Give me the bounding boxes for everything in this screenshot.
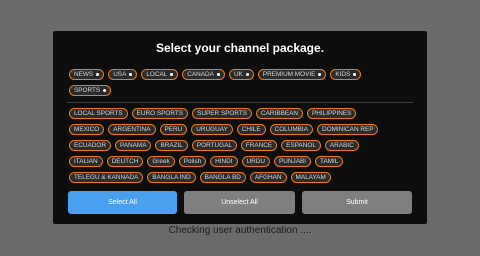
package-chip[interactable]: HINDI: [210, 156, 238, 167]
package-chip-uk[interactable]: UK: [228, 69, 254, 80]
submit-button[interactable]: Submit: [302, 191, 412, 214]
package-chip-kids[interactable]: KIDS: [330, 69, 362, 80]
chip-label: SPORTS: [74, 86, 101, 94]
selected-dot-icon: [129, 73, 133, 76]
selected-dot-icon: [96, 73, 100, 76]
package-chip[interactable]: BRAZIL: [155, 140, 188, 151]
package-chip[interactable]: SUPER SPORTS: [192, 108, 253, 119]
secondary-package-row: ITALIAN DEUTCH Greek Polish HINDI URDU P…: [69, 156, 347, 167]
selected-dot-icon: [170, 73, 174, 76]
package-chip[interactable]: PHILIPPINES: [306, 108, 357, 119]
package-chip[interactable]: URUGUAY: [191, 124, 233, 135]
package-chip[interactable]: BANGLA IND: [147, 172, 196, 183]
package-chip[interactable]: COLUMBIA: [269, 124, 313, 135]
package-chip[interactable]: Greek: [147, 156, 175, 167]
package-chip-sports[interactable]: SPORTS: [69, 85, 112, 96]
dialog-title: Select your channel package.: [155, 41, 325, 55]
secondary-package-row: ECUADOR PANAMA BRAZIL PORTUGAL FRANCE ES…: [69, 140, 363, 151]
package-chip[interactable]: PUNJABI: [274, 156, 312, 167]
package-chip[interactable]: AFGHAN: [249, 172, 287, 183]
unselect-all-button[interactable]: Unselect All: [184, 191, 295, 214]
package-chip[interactable]: BANGLA BD: [199, 172, 246, 183]
chip-label: CANADA: [187, 70, 214, 78]
chip-label: KIDS: [335, 70, 351, 78]
section-divider: [67, 102, 413, 103]
package-chip[interactable]: PORTUGAL: [191, 140, 237, 151]
primary-package-row: SPORTS: [69, 85, 115, 96]
secondary-package-row: TELEGU & KANNADA BANGLA IND BANGLA BD AF…: [69, 172, 335, 183]
chip-label: USA: [113, 70, 127, 78]
secondary-package-row: LOCAL SPORTS EURO SPORTS SUPER SPORTS CA…: [69, 108, 360, 119]
primary-package-row: NEWS USA LOCAL CANADA UK PREMIUM MOVIE K…: [69, 69, 365, 80]
chip-label: LOCAL: [146, 70, 168, 78]
package-chip-premium-movie[interactable]: PREMIUM MOVIE: [257, 69, 327, 80]
package-chip[interactable]: ECUADOR: [69, 140, 111, 151]
package-chip[interactable]: MEXICO: [69, 124, 105, 135]
package-chip[interactable]: ARABIC: [324, 140, 359, 151]
package-chip-canada[interactable]: CANADA: [182, 69, 225, 80]
selected-dot-icon: [216, 73, 220, 76]
status-message: Checking user authentication ....: [168, 225, 312, 236]
package-chip[interactable]: TAMIL: [315, 156, 344, 167]
chip-label: UK: [233, 70, 243, 78]
package-chip[interactable]: PERU: [159, 124, 188, 135]
package-chip[interactable]: PANAMA: [114, 140, 152, 151]
package-chip[interactable]: CHILE: [236, 124, 266, 135]
chip-label: PREMIUM MOVIE: [262, 70, 316, 78]
package-chip[interactable]: CARIBBEAN: [256, 108, 303, 119]
selected-dot-icon: [353, 73, 357, 76]
package-chip[interactable]: ITALIAN: [69, 156, 103, 167]
package-chip-local[interactable]: LOCAL: [141, 69, 179, 80]
package-chip[interactable]: FRANCE: [240, 140, 278, 151]
package-chip[interactable]: DEUTCH: [106, 156, 144, 167]
package-chip-usa[interactable]: USA: [108, 69, 138, 80]
package-chip[interactable]: URDU: [241, 156, 271, 167]
channel-package-dialog: Select your channel package. NEWS USA LO…: [53, 31, 427, 224]
selected-dot-icon: [245, 73, 249, 76]
package-chip[interactable]: EURO SPORTS: [131, 108, 189, 119]
secondary-package-row: MEXICO ARGENTINA PERU URUGUAY CHILE COLU…: [69, 124, 382, 135]
select-all-button[interactable]: Select All: [68, 191, 177, 214]
selected-dot-icon: [318, 73, 322, 76]
selected-dot-icon: [103, 89, 107, 92]
package-chip[interactable]: LOCAL SPORTS: [69, 108, 128, 119]
package-chip[interactable]: Polish: [178, 156, 207, 167]
package-chip-news[interactable]: NEWS: [69, 69, 105, 80]
package-chip[interactable]: ESPANOL: [281, 140, 321, 151]
chip-label: NEWS: [74, 70, 94, 78]
package-chip[interactable]: MALAYAM: [290, 172, 331, 183]
package-chip[interactable]: ARGENTINA: [108, 124, 156, 135]
package-chip[interactable]: DOMINICAN REP: [316, 124, 379, 135]
package-chip[interactable]: TELEGU & KANNADA: [69, 172, 144, 183]
